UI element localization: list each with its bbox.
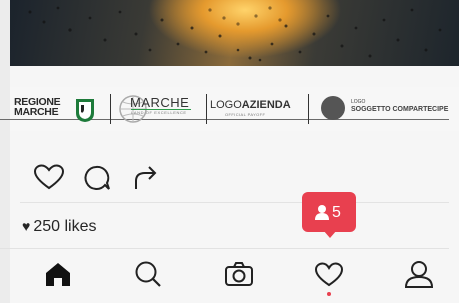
- action-separator: [20, 202, 449, 203]
- regione-emblem-icon: [76, 99, 94, 122]
- activity-heart-icon[interactable]: [314, 261, 344, 287]
- post-card: [10, 0, 459, 303]
- search-icon[interactable]: [134, 260, 162, 288]
- user-icon: [315, 205, 329, 220]
- logo-divider: [110, 94, 111, 124]
- notification-bubble[interactable]: 5: [302, 192, 356, 238]
- activity-dot: [327, 292, 331, 296]
- post-photo[interactable]: [10, 0, 459, 66]
- comment-icon[interactable]: [82, 164, 112, 192]
- logo-divider: [308, 94, 309, 124]
- camera-icon[interactable]: [224, 261, 254, 287]
- soggetto-logo-label: LOGO: [351, 99, 366, 105]
- share-icon[interactable]: [131, 163, 161, 191]
- notification-count: 5: [332, 204, 341, 221]
- logo-azienda: LOGOAZIENDA: [210, 99, 291, 111]
- marche-text: MARCHE: [14, 106, 59, 118]
- azienda-prefix: LOGO: [210, 99, 242, 111]
- nav-separator: [0, 248, 449, 249]
- app-frame: REGIONE MARCHE MARCHE LAND OF EXCELLENCE…: [0, 0, 459, 303]
- likes-text: 250 likes: [33, 218, 97, 235]
- crowd-image: [28, 6, 442, 62]
- logo-divider: [206, 94, 207, 124]
- divider-line: [0, 119, 449, 120]
- home-icon[interactable]: [44, 261, 72, 287]
- official-payoff: OFFICIAL PAYOFF: [225, 112, 266, 117]
- likes-heart-icon: ♥: [22, 218, 31, 234]
- soggetto-compartecipe: SOGGETTO COMPARTECIPE: [351, 106, 449, 113]
- profile-icon[interactable]: [404, 260, 434, 288]
- likes-count[interactable]: ♥ 250 likes: [22, 218, 96, 236]
- like-heart-icon[interactable]: [33, 163, 65, 191]
- marche-wordmark: MARCHE: [130, 95, 190, 110]
- bubble-tail: [323, 230, 337, 238]
- regione-marche-logo: REGIONE MARCHE: [14, 97, 61, 118]
- azienda-bold: AZIENDA: [241, 99, 291, 111]
- marche-tagline: LAND OF EXCELLENCE: [131, 110, 187, 115]
- soggetto-logo-circle: [321, 96, 345, 120]
